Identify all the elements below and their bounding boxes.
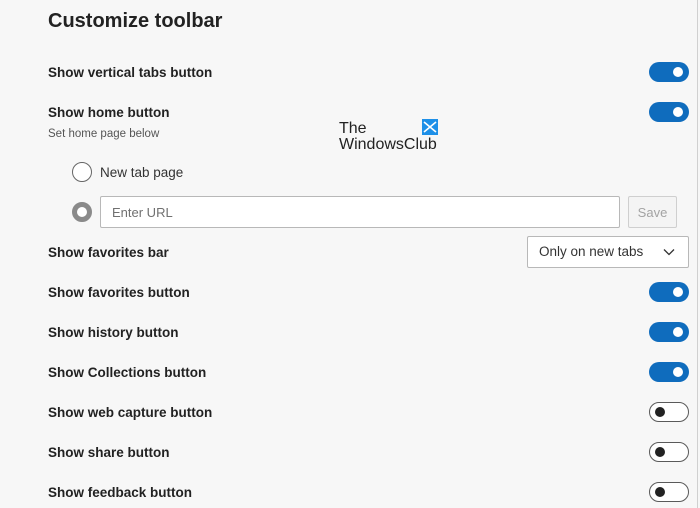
new-tab-page-label: New tab page [100, 165, 184, 180]
section-title: Customize toolbar [48, 10, 223, 32]
toggle-knob [673, 367, 683, 377]
toggle-knob [655, 447, 665, 457]
feedback-button-toggle[interactable] [649, 482, 689, 502]
windows-logo-icon [422, 119, 438, 135]
home-button-label: Show home button [48, 105, 170, 120]
home-button-toggle[interactable] [649, 102, 689, 122]
save-button[interactable]: Save [628, 196, 677, 228]
favorites-button-label: Show favorites button [48, 285, 190, 300]
scrollbar-edge [697, 0, 698, 508]
history-button-toggle[interactable] [649, 322, 689, 342]
watermark-line2: WindowsClub [339, 136, 437, 153]
share-button-label: Show share button [48, 445, 170, 460]
chevron-down-icon [663, 249, 675, 256]
toggle-knob [673, 67, 683, 77]
toggle-knob [673, 107, 683, 117]
share-button-toggle[interactable] [649, 442, 689, 462]
history-button-label: Show history button [48, 325, 179, 340]
dropdown-selected: Only on new tabs [539, 244, 644, 259]
watermark-logo: The WindowsClub [338, 119, 448, 157]
collections-button-label: Show Collections button [48, 365, 207, 380]
web-capture-button-toggle[interactable] [649, 402, 689, 422]
favorites-button-toggle[interactable] [649, 282, 689, 302]
collections-button-toggle[interactable] [649, 362, 689, 382]
home-url-input[interactable] [100, 196, 620, 228]
toggle-knob [673, 287, 683, 297]
vertical-tabs-label: Show vertical tabs button [48, 65, 213, 80]
custom-url-radio[interactable] [72, 202, 92, 222]
home-page-hint: Set home page below [48, 128, 160, 140]
feedback-button-label: Show feedback button [48, 485, 193, 500]
toggle-knob [655, 407, 665, 417]
toggle-knob [673, 327, 683, 337]
web-capture-button-label: Show web capture button [48, 405, 213, 420]
favorites-bar-dropdown[interactable]: Only on new tabs [527, 236, 689, 268]
new-tab-page-radio[interactable] [72, 162, 92, 182]
vertical-tabs-toggle[interactable] [649, 62, 689, 82]
toggle-knob [655, 487, 665, 497]
favorites-bar-label: Show favorites bar [48, 245, 169, 260]
watermark-line1: The [339, 120, 367, 137]
